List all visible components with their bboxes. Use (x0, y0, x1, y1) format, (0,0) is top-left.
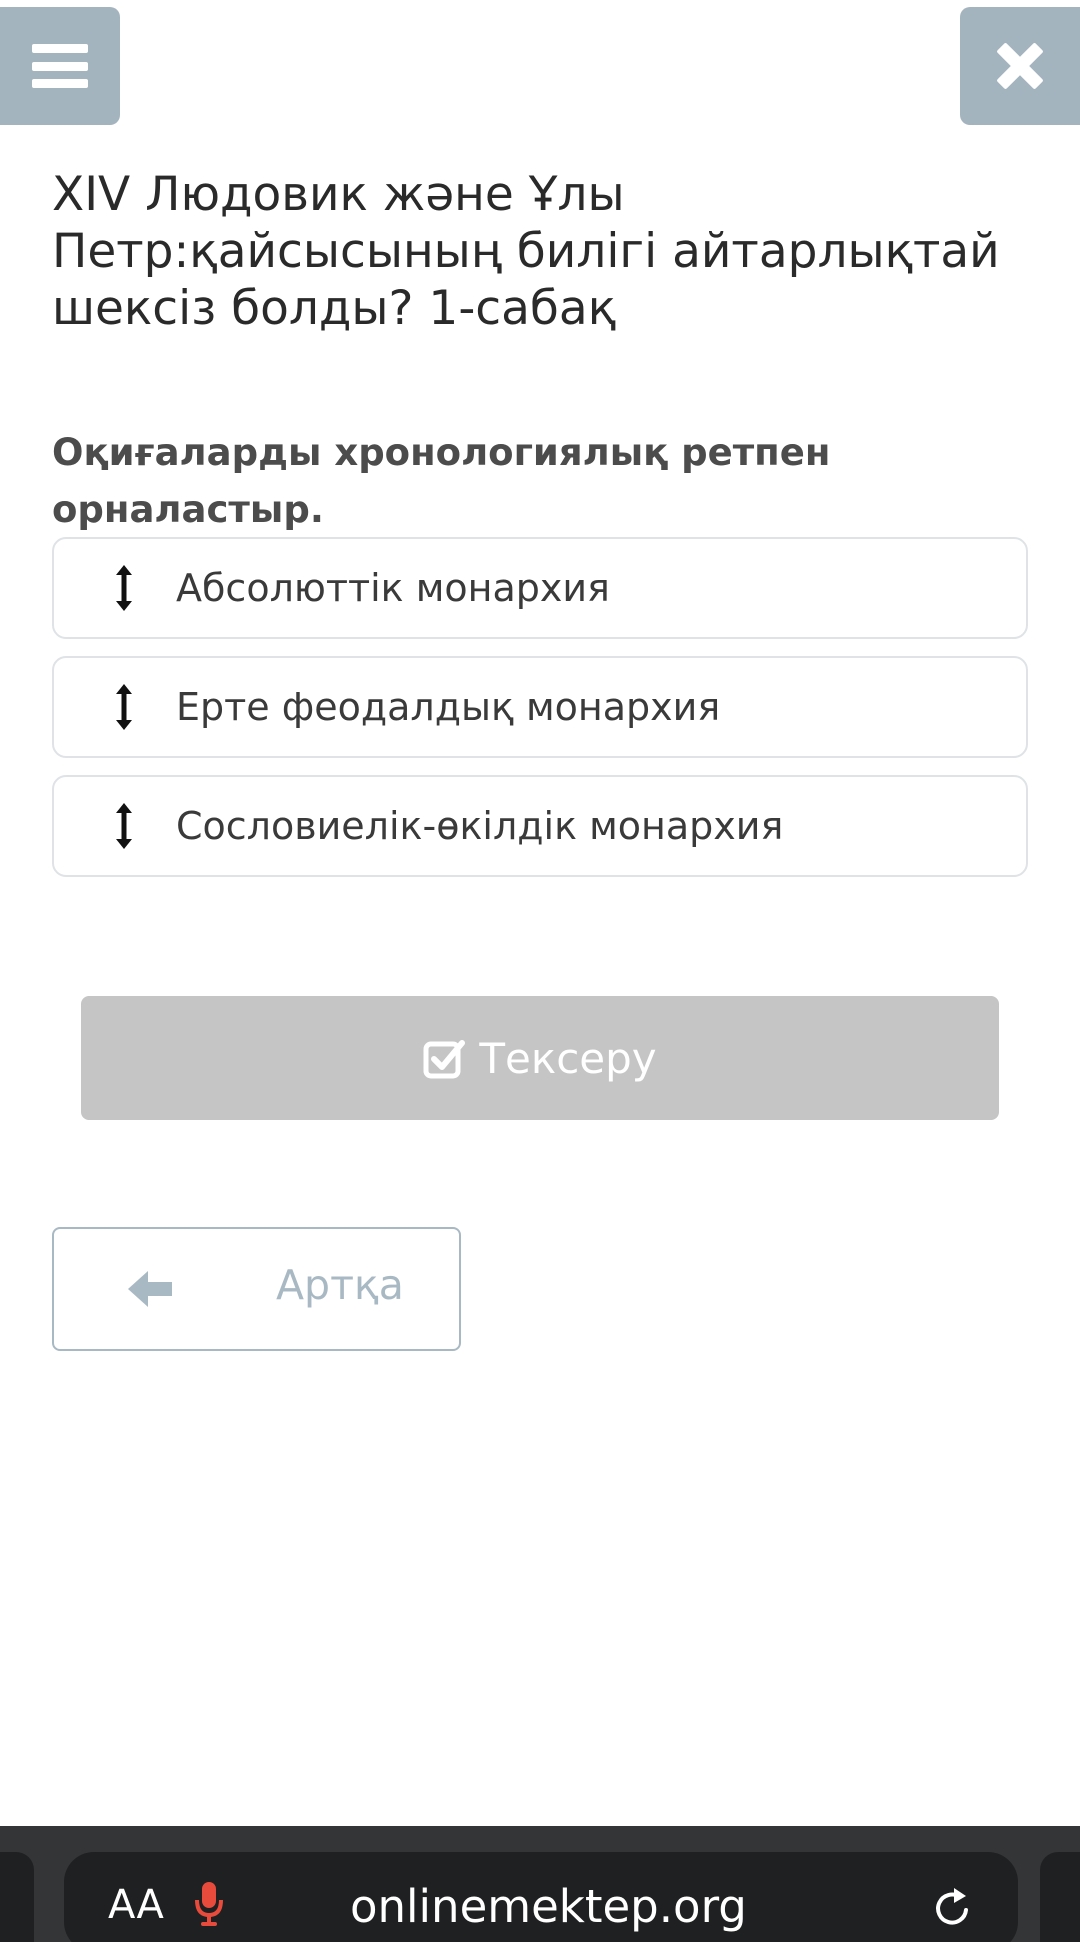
next-tab-edge[interactable] (1040, 1852, 1080, 1942)
arrow-left-icon (128, 1271, 172, 1307)
task-instruction: Оқиғаларды хронологиялық ретпен орналаст… (52, 431, 831, 531)
sortable-item[interactable]: Ерте феодалдық монархия (52, 656, 1028, 758)
drag-vertical-arrow-icon (112, 565, 136, 611)
close-button[interactable] (960, 7, 1080, 125)
sortable-item[interactable]: Сословиелік-өкілдік монархия (52, 775, 1028, 877)
menu-button[interactable] (0, 7, 120, 125)
url-text: onlinemektep.org (350, 1880, 747, 1933)
sortable-list: Абсолюттік монархия Ерте феодалдық монар… (52, 537, 1028, 894)
page: XIV Людовик және Ұлы Петр:қайсысының бил… (0, 0, 1080, 1942)
sortable-item-label: Сословиелік-өкілдік монархия (176, 804, 784, 848)
previous-tab-edge[interactable] (0, 1852, 34, 1942)
drag-vertical-arrow-icon (112, 684, 136, 730)
sortable-item-label: Абсолюттік монархия (176, 566, 610, 610)
check-button[interactable]: Тексеру (81, 996, 999, 1120)
sortable-item[interactable]: Абсолюттік монархия (52, 537, 1028, 639)
hamburger-menu-icon (32, 44, 88, 88)
lesson-title: XIV Людовик және Ұлы Петр:қайсысының бил… (52, 167, 1000, 336)
text-size-label: AA (108, 1882, 164, 1928)
close-icon (995, 41, 1045, 91)
back-button-label: Артқа (276, 1261, 404, 1309)
microphone-icon[interactable] (194, 1882, 224, 1928)
reload-icon[interactable] (930, 1886, 974, 1930)
url-field[interactable]: AA onlinemektep.org (64, 1852, 1018, 1942)
text-size-button[interactable]: AA (108, 1882, 164, 1928)
sortable-item-label: Ерте феодалдық монархия (176, 685, 721, 729)
back-button[interactable]: Артқа (52, 1227, 461, 1351)
drag-vertical-arrow-icon (112, 803, 136, 849)
check-button-label: Тексеру (479, 1033, 657, 1083)
checkbox-check-icon (423, 1040, 466, 1079)
browser-address-bar: AA onlinemektep.org (0, 1826, 1080, 1942)
